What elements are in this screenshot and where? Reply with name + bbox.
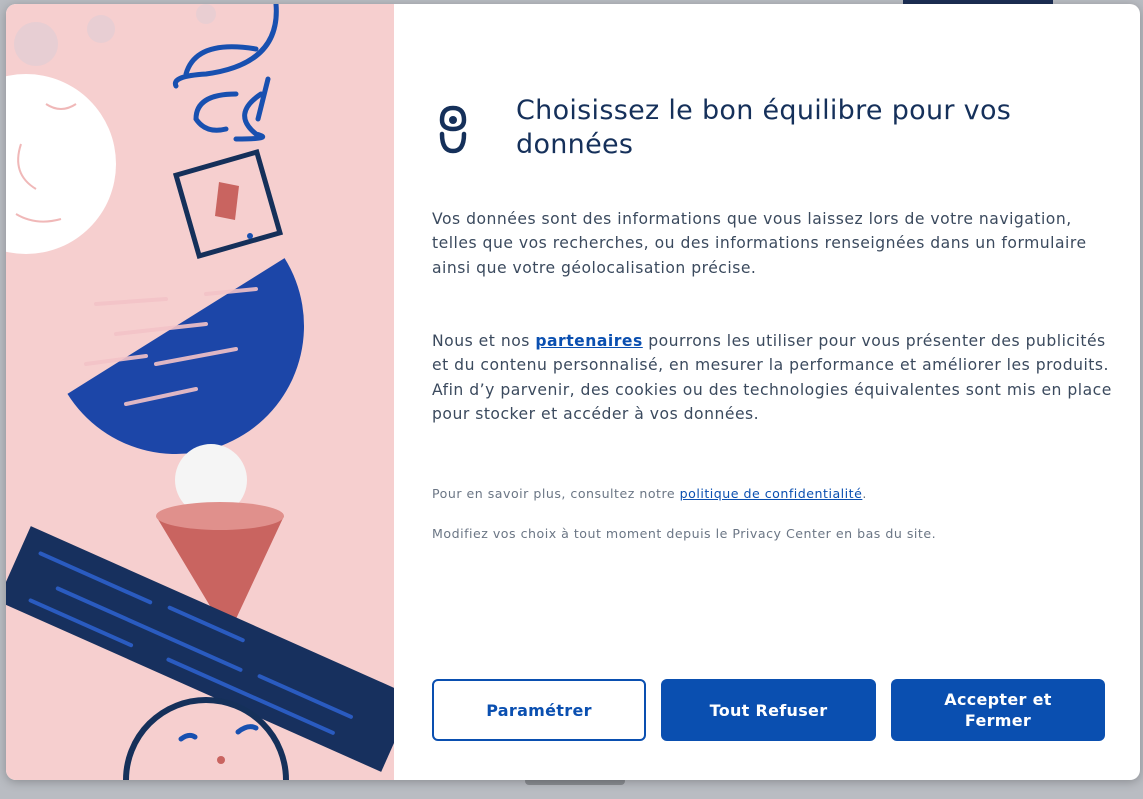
privacy-text-before: Pour en savoir plus, consultez notre [432,486,680,501]
data-explanation-text: Vos données sont des informations que vo… [432,210,1087,277]
privacy-policy-link[interactable]: politique de confidentialité [680,486,863,501]
privacy-policy-text: Pour en savoir plus, consultez notre pol… [432,485,1132,503]
settings-button[interactable]: Paramétrer [432,679,646,741]
accept-and-close-button[interactable]: Accepter et Fermer [891,679,1105,741]
privacy-center-note: Modifiez vos choix à tout moment depuis … [432,526,937,541]
refuse-all-button[interactable]: Tout Refuser [661,679,876,741]
dialog-title: Choisissez le bon équilibre pour vos don… [516,95,1012,160]
partners-text: Nous et nos partenaires pourrons les uti… [432,329,1112,427]
partners-text-before: Nous et nos [432,332,536,350]
privacy-text-after: . [862,486,867,501]
partners-link[interactable]: partenaires [535,332,642,350]
consent-dialog: Choisissez le bon équilibre pour vos don… [6,4,1140,780]
dialog-content: Choisissez le bon équilibre pour vos don… [394,4,1140,780]
balance-illustration [6,4,394,780]
link-shield-icon [439,105,467,154]
